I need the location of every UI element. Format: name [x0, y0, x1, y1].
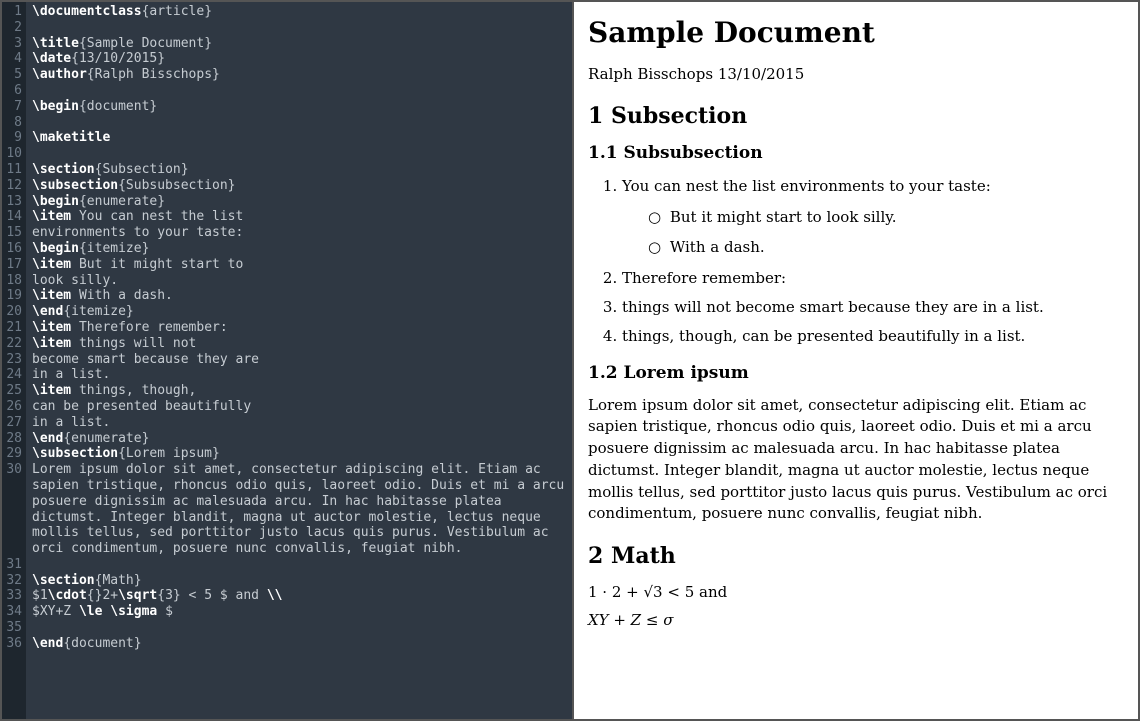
- line-number: 4: [2, 51, 22, 67]
- line-number: 16: [2, 241, 22, 257]
- line-number: 20: [2, 304, 22, 320]
- line-number: 11: [2, 162, 22, 178]
- code-line[interactable]: [32, 83, 572, 99]
- math-expression: XY + Z ≤ σ: [588, 611, 1124, 629]
- latex-source-code[interactable]: \documentclass{article} \title{Sample Do…: [26, 2, 572, 719]
- code-line[interactable]: \item With a dash.: [32, 288, 572, 304]
- subsection-heading: 1.2 Lorem ipsum: [588, 363, 1124, 383]
- code-line[interactable]: $1\cdot{}2+\sqrt{3} < 5 $ and \\: [32, 588, 572, 604]
- code-line[interactable]: \documentclass{article}: [32, 4, 572, 20]
- line-number: 27: [2, 415, 22, 431]
- code-line[interactable]: [32, 20, 572, 36]
- list-item: With a dash.: [648, 236, 1124, 259]
- line-number: 34: [2, 604, 22, 620]
- line-number: 1: [2, 4, 22, 20]
- code-line[interactable]: [32, 557, 572, 573]
- code-line[interactable]: \begin{itemize}: [32, 241, 572, 257]
- code-line[interactable]: \item things will not: [32, 336, 572, 352]
- line-number: 19: [2, 288, 22, 304]
- code-line[interactable]: $XY+Z \le \sigma $: [32, 604, 572, 620]
- code-line[interactable]: Lorem ipsum dolor sit amet, consectetur …: [32, 462, 572, 557]
- line-number: 10: [2, 146, 22, 162]
- line-number: 23: [2, 352, 22, 368]
- code-line[interactable]: \begin{enumerate}: [32, 194, 572, 210]
- code-line[interactable]: \date{13/10/2015}: [32, 51, 572, 67]
- latex-editor-pane[interactable]: 1234567891011121314151617181920212223242…: [2, 2, 572, 719]
- code-line[interactable]: \section{Subsection}: [32, 162, 572, 178]
- code-line[interactable]: [32, 146, 572, 162]
- document-title: Sample Document: [588, 16, 1124, 49]
- line-number-gutter: 1234567891011121314151617181920212223242…: [2, 2, 26, 719]
- paragraph: Lorem ipsum dolor sit amet, consectetur …: [588, 395, 1124, 526]
- line-number: 24: [2, 367, 22, 383]
- line-number: 18: [2, 273, 22, 289]
- line-number: 36: [2, 636, 22, 652]
- code-line[interactable]: [32, 115, 572, 131]
- line-number: 30: [2, 462, 22, 478]
- line-number: 25: [2, 383, 22, 399]
- code-line[interactable]: \subsection{Lorem ipsum}: [32, 446, 572, 462]
- line-number: 6: [2, 83, 22, 99]
- code-line[interactable]: become smart because they are: [32, 352, 572, 368]
- code-line[interactable]: \title{Sample Document}: [32, 36, 572, 52]
- app-window: 1234567891011121314151617181920212223242…: [0, 0, 1140, 721]
- line-number: 13: [2, 194, 22, 210]
- preview-pane: Sample Document Ralph Bisschops 13/10/20…: [572, 2, 1138, 719]
- line-number: 28: [2, 431, 22, 447]
- nested-list: But it might start to look silly. With a…: [622, 206, 1124, 259]
- code-line[interactable]: \maketitle: [32, 130, 572, 146]
- list-item: You can nest the list environments to yo…: [622, 175, 1124, 259]
- code-line[interactable]: \subsection{Subsubsection}: [32, 178, 572, 194]
- line-number: 2: [2, 20, 22, 36]
- code-line[interactable]: \section{Math}: [32, 573, 572, 589]
- line-number: 32: [2, 573, 22, 589]
- code-line[interactable]: \begin{document}: [32, 99, 572, 115]
- list-item: Therefore remember:: [622, 267, 1124, 290]
- line-number: 3: [2, 36, 22, 52]
- line-number: 17: [2, 257, 22, 273]
- code-line[interactable]: \author{Ralph Bisschops}: [32, 67, 572, 83]
- code-line[interactable]: \item But it might start to: [32, 257, 572, 273]
- line-number: 22: [2, 336, 22, 352]
- list-item: things will not become smart because the…: [622, 296, 1124, 319]
- code-line[interactable]: \end{enumerate}: [32, 431, 572, 447]
- list-item: But it might start to look silly.: [648, 206, 1124, 229]
- code-line[interactable]: \item Therefore remember:: [32, 320, 572, 336]
- line-number: 5: [2, 67, 22, 83]
- document-date: 13/10/2015: [718, 65, 804, 83]
- math-expression: 1 · 2 + √3 < 5 and: [588, 583, 1124, 601]
- code-line[interactable]: can be presented beautifully: [32, 399, 572, 415]
- code-line[interactable]: \end{itemize}: [32, 304, 572, 320]
- subsection-heading: 1.1 Subsubsection: [588, 143, 1124, 163]
- line-number: 8: [2, 115, 22, 131]
- section-heading: 1 Subsection: [588, 103, 1124, 129]
- line-number: 14: [2, 209, 22, 225]
- line-number: 33: [2, 588, 22, 604]
- line-number: 21: [2, 320, 22, 336]
- section-heading: 2 Math: [588, 543, 1124, 569]
- code-line[interactable]: \item things, though,: [32, 383, 572, 399]
- enumerated-list: You can nest the list environments to yo…: [588, 175, 1124, 349]
- document-author: Ralph Bisschops: [588, 65, 713, 83]
- list-item: things, though, can be presented beautif…: [622, 325, 1124, 348]
- line-number: 31: [2, 557, 22, 573]
- line-number: 12: [2, 178, 22, 194]
- code-line[interactable]: in a list.: [32, 367, 572, 383]
- line-number: 15: [2, 225, 22, 241]
- line-number: 9: [2, 130, 22, 146]
- line-number: 7: [2, 99, 22, 115]
- code-line[interactable]: look silly.: [32, 273, 572, 289]
- code-line[interactable]: \end{document}: [32, 636, 572, 652]
- line-number: 35: [2, 620, 22, 636]
- line-number: 29: [2, 446, 22, 462]
- code-line[interactable]: in a list.: [32, 415, 572, 431]
- code-line[interactable]: [32, 620, 572, 636]
- document-meta: Ralph Bisschops 13/10/2015: [588, 65, 1124, 83]
- code-line[interactable]: environments to your taste:: [32, 225, 572, 241]
- code-line[interactable]: \item You can nest the list: [32, 209, 572, 225]
- line-number: 26: [2, 399, 22, 415]
